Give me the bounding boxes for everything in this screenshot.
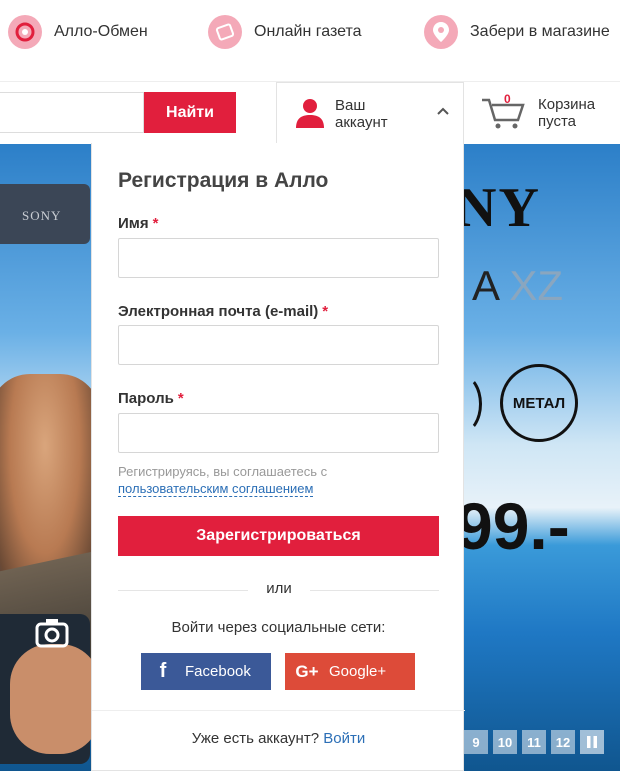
top-bar: Алло-Обмен Онлайн газета Забери в магази… (0, 0, 620, 82)
account-button[interactable]: Ваш аккаунт (276, 82, 464, 144)
facebook-login-button[interactable]: f Facebook (141, 653, 271, 690)
header-bar: Найти Ваш аккаунт 0 Корзина пуста (0, 82, 620, 144)
agreement-link[interactable]: пользовательским соглашением (118, 481, 314, 497)
top-link-label: Алло-Обмен (54, 23, 148, 40)
registration-title: Регистрация в Алло (118, 169, 329, 192)
banner-model: A XZ (472, 262, 564, 309)
chevron-up-icon[interactable] (435, 103, 451, 119)
social-login-title: Войти через социальные сети: (171, 619, 386, 636)
pager-item[interactable]: 11 (522, 730, 546, 754)
google-label: Google+ (329, 663, 387, 680)
top-link-newspaper[interactable]: Онлайн газета (208, 14, 362, 50)
phone-brand-text: SONY (22, 208, 62, 223)
banner-photo-left: SONY (0, 144, 92, 771)
exchange-icon (8, 15, 42, 49)
banner-text-right: NY A XZ МЕТАЛ 99.- (456, 144, 620, 771)
banner-pager: 9 10 11 12 (464, 730, 604, 754)
login-link[interactable]: Войти (323, 730, 365, 747)
search-input[interactable] (0, 92, 144, 133)
banner-price: 99.- (456, 489, 570, 563)
agreement-text: Регистрируясь, вы соглашаетесь с пользов… (118, 464, 328, 497)
email-field[interactable] (118, 325, 439, 365)
user-icon (296, 99, 324, 128)
top-link-exchange[interactable]: Алло-Обмен (8, 14, 148, 50)
cart-label[interactable]: Корзина пуста (538, 96, 595, 130)
camera-icon (35, 619, 69, 648)
password-field[interactable] (118, 413, 439, 453)
name-field[interactable] (118, 238, 439, 278)
top-link-pickup[interactable]: Забери в магазине (424, 14, 610, 50)
location-pin-icon (424, 15, 458, 49)
facebook-icon: f (159, 660, 167, 682)
search-button[interactable]: Найти (144, 92, 236, 133)
top-link-label: Забери в магазине (470, 23, 610, 40)
newspaper-icon (208, 15, 242, 49)
top-link-label: Онлайн газета (254, 23, 362, 40)
name-label: Имя * (118, 215, 159, 232)
feature-badge-metal: МЕТАЛ (500, 364, 578, 442)
registration-dropdown: Регистрация в Алло Имя * Электронная почт… (91, 143, 465, 771)
account-label: Ваш аккаунт (335, 97, 388, 131)
or-separator: или (248, 580, 310, 597)
email-label: Электронная почта (e-mail) * (118, 303, 329, 320)
pager-item[interactable]: 9 (464, 730, 488, 754)
hand-image (10, 644, 92, 754)
pause-icon[interactable] (580, 730, 604, 754)
password-label: Пароль * (118, 390, 184, 407)
pager-item[interactable]: 12 (551, 730, 575, 754)
pager-item[interactable]: 10 (493, 730, 517, 754)
register-button[interactable]: Зарегистрироваться (118, 516, 439, 556)
banner-brand: NY (456, 177, 541, 239)
cart-count-badge: 0 (504, 92, 511, 106)
google-plus-icon: G+ (295, 661, 319, 681)
divider (92, 710, 465, 711)
facebook-label: Facebook (185, 663, 251, 680)
google-login-button[interactable]: G+ Google+ (285, 653, 415, 690)
have-account-row: Уже есть аккаунт? Войти (191, 730, 366, 747)
